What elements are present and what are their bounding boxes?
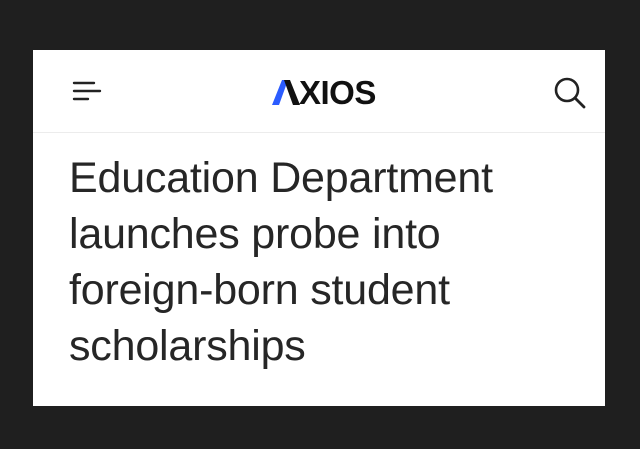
hamburger-menu-icon[interactable] <box>72 78 102 104</box>
logo-text: XIOS <box>299 73 376 111</box>
page-card: XIOS Education Department launches probe… <box>33 50 605 406</box>
site-header: XIOS <box>33 50 605 133</box>
article-headline[interactable]: Education Department launches probe into… <box>69 150 589 374</box>
search-icon[interactable] <box>552 75 588 111</box>
axios-logo[interactable]: XIOS <box>271 72 391 112</box>
screenshot-frame: XIOS Education Department launches probe… <box>0 0 640 449</box>
axios-a-mark-icon <box>272 80 300 105</box>
